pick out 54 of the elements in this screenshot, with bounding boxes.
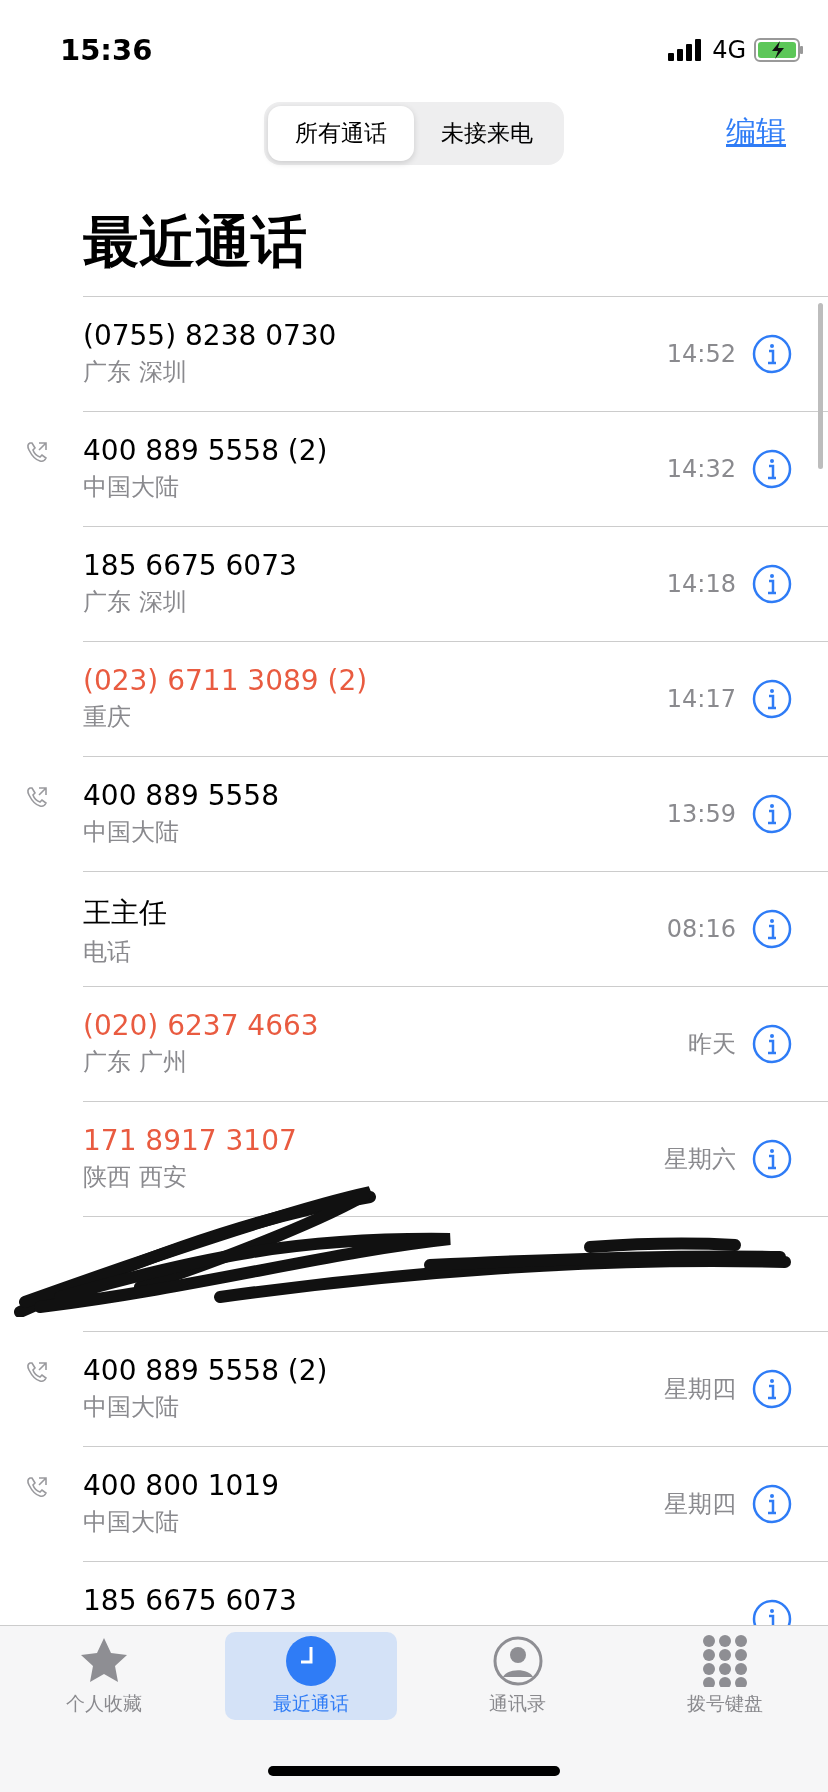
info-icon[interactable] [752,679,792,719]
call-time: 星期四 [664,1489,736,1520]
caller-number: 王主任 [83,895,168,931]
segment-tab[interactable]: 所有通话 [268,105,414,161]
caller-location: 中国大陆 [83,1392,180,1423]
caller-number: 185 6675 6073 [83,549,298,582]
caller-location: 中国大陆 [83,817,180,848]
call-time: 14:18 [666,570,736,598]
call-time: 昨天 [688,1029,736,1060]
tab-bar-item[interactable]: 通讯录 [431,1632,604,1720]
info-icon[interactable] [752,1024,792,1064]
caller-number: 171 8917 3107 [83,1124,298,1157]
caller-number: 400 889 5558 (2) [83,1354,329,1387]
caller-location: 广东 广州 [83,1047,188,1078]
caller-number: 185 6675 6073 [83,1584,298,1617]
clock-icon [284,1635,337,1687]
call-time: 星期六 [664,1144,736,1175]
caller-number: 400 800 1019 [83,1469,280,1502]
info-icon[interactable] [752,449,792,489]
info-icon[interactable] [752,1139,792,1179]
call-time: 14:32 [666,455,736,483]
info-icon[interactable] [752,1369,792,1409]
tab-bar-item[interactable]: 拨号键盘 [638,1632,811,1720]
network-label: 4G [712,36,746,64]
caller-number: (023) 6711 3089 (2) [83,664,369,697]
person-icon [491,1635,544,1687]
info-icon[interactable] [752,1484,792,1524]
caller-location: 陕西 西安 [83,1162,188,1193]
call-time: 08:16 [666,915,736,943]
page-title: 最近通话 [83,166,828,297]
caller-number: (0755) 8238 0730 [83,319,338,352]
caller-location: 电话 [83,937,132,968]
info-icon[interactable] [752,564,792,604]
call-time: 14:17 [666,685,736,713]
call-time: 星期四 [664,1374,736,1405]
tab-bar-item[interactable]: 最近通话 [224,1632,397,1720]
caller-location: 广东 深圳 [83,357,188,388]
caller-number: 400 889 5558 [83,779,280,812]
edit-link[interactable]: 编辑 [726,112,786,153]
caller-number: (020) 6237 4663 [83,1009,320,1042]
info-icon[interactable] [752,334,792,374]
call-time: 13:59 [666,800,736,828]
segment-tab[interactable]: 未接来电 [414,105,560,161]
caller-location: 中国大陆 [83,472,180,503]
info-icon[interactable] [752,794,792,834]
call-time: 14:52 [666,340,736,368]
caller-number: 400 889 5558 (2) [83,434,329,467]
battery-icon [754,38,804,62]
caller-location: 广东 深圳 [83,587,188,618]
tab-bar-item[interactable]: 个人收藏 [17,1632,190,1720]
caller-location: 中国大陆 [83,1507,180,1538]
info-icon[interactable] [752,909,792,949]
caller-location: 重庆 [83,702,132,733]
status-time: 15:36 [60,33,153,67]
